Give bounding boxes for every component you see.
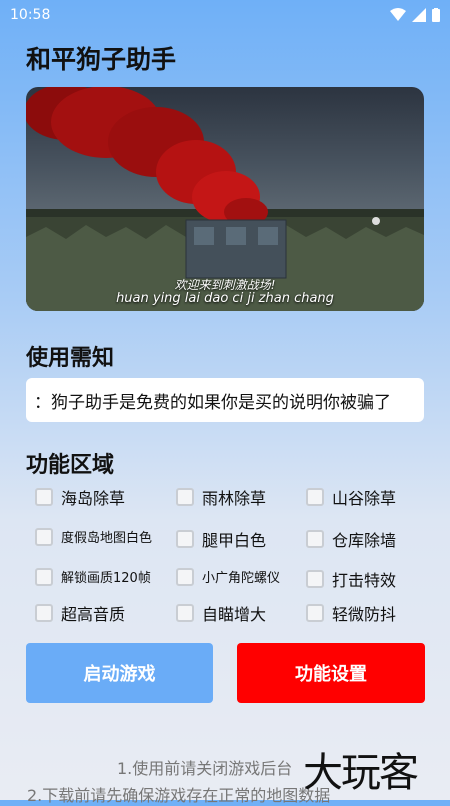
checkbox[interactable] — [176, 604, 194, 622]
notice-marquee-text: ：狗子助手是免费的如果你是买的说明你被骗了 — [34, 392, 391, 413]
signal-icon — [412, 8, 426, 22]
option-label: 腿甲白色 — [202, 531, 267, 550]
checkbox[interactable] — [306, 570, 324, 588]
feature-settings-button[interactable]: 功能设置 — [237, 643, 425, 703]
checkbox[interactable] — [35, 527, 53, 546]
battery-icon — [432, 8, 440, 22]
features-title: 功能区域 — [26, 453, 115, 478]
option-light-anti-shake[interactable]: 轻微防抖 — [306, 601, 396, 625]
checkbox[interactable] — [35, 604, 53, 622]
option-wide-angle-gyro[interactable]: 小广角陀螺仪 — [176, 567, 280, 586]
option-label: 自瞄增大 — [202, 605, 267, 624]
option-aim-enlarge[interactable]: 自瞄增大 — [176, 601, 266, 625]
banner-subtitle-pinyin: huan ying lai dao ci ji zhan chang — [116, 291, 334, 306]
checkbox[interactable] — [176, 567, 194, 586]
wifi-icon — [390, 8, 406, 21]
option-island-grass[interactable]: 海岛除草 — [35, 485, 125, 509]
notice-title: 使用需知 — [26, 346, 115, 371]
option-leg-armor-white[interactable]: 腿甲白色 — [176, 527, 266, 551]
app-title: 和平狗子助手 — [26, 45, 177, 74]
checkbox[interactable] — [306, 488, 324, 506]
option-label: 海岛除草 — [61, 489, 126, 508]
checkbox[interactable] — [35, 567, 53, 586]
start-game-button[interactable]: 启动游戏 — [26, 643, 213, 703]
option-label: 雨林除草 — [202, 489, 267, 508]
option-ultra-audio[interactable]: 超高音质 — [35, 601, 125, 625]
footer-tip-2: 2.下载前请先确保游戏存在正常的地图数据 — [27, 786, 331, 805]
option-label: 山谷除草 — [332, 489, 397, 508]
notice-box: ：狗子助手是免费的如果你是买的说明你被骗了 — [26, 378, 424, 422]
option-label: 打击特效 — [332, 571, 397, 590]
option-label: 解锁画质120帧 — [61, 571, 151, 586]
checkbox[interactable] — [306, 604, 324, 622]
option-label: 超高音质 — [61, 605, 126, 624]
option-label: 度假岛地图白色 — [61, 531, 153, 546]
option-label: 轻微防抖 — [332, 605, 397, 624]
banner-image: 欢迎来到刺激战场! huan ying lai dao ci ji zhan c… — [26, 87, 424, 311]
option-unlock-120fps[interactable]: 解锁画质120帧 — [35, 567, 151, 586]
watermark-logo: 大玩客 — [303, 750, 419, 796]
option-hit-effect[interactable]: 打击特效 — [306, 567, 396, 591]
option-resort-map-white[interactable]: 度假岛地图白色 — [35, 527, 152, 546]
footer-tip-1: 1.使用前请关闭游戏后台 — [117, 759, 293, 778]
checkbox[interactable] — [306, 530, 324, 548]
status-time: 10:58 — [10, 7, 51, 23]
option-label: 仓库除墙 — [332, 531, 397, 550]
option-valley-grass[interactable]: 山谷除草 — [306, 485, 396, 509]
status-icons — [390, 8, 440, 22]
status-bar: 10:58 — [0, 0, 450, 30]
checkbox[interactable] — [176, 530, 194, 548]
checkbox[interactable] — [176, 488, 194, 506]
option-rainforest-grass[interactable]: 雨林除草 — [176, 485, 266, 509]
option-warehouse-wall[interactable]: 仓库除墙 — [306, 527, 396, 551]
checkbox[interactable] — [35, 488, 53, 506]
option-label: 小广角陀螺仪 — [202, 571, 281, 586]
